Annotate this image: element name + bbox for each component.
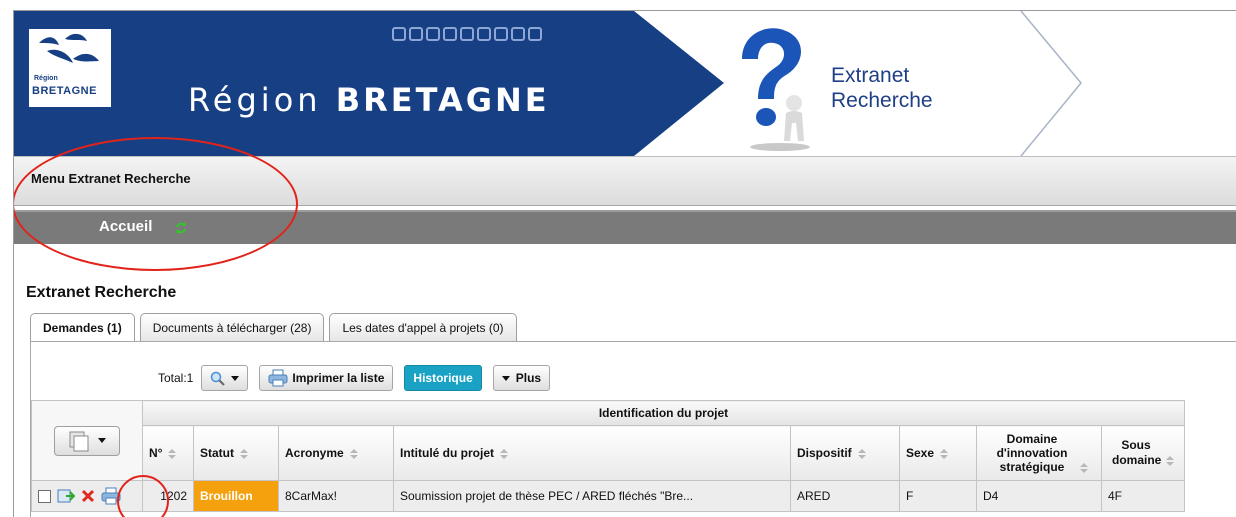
sort-icon[interactable] <box>857 448 866 459</box>
group-header-identification: Identification du projet <box>142 400 1185 426</box>
extranet-title-line2: Recherche <box>831 89 933 112</box>
region-name: BRETAGNE <box>335 81 550 119</box>
logo-region-name: BRETAGNE <box>32 85 97 97</box>
column-header-acronyme[interactable]: Acronyme <box>278 425 394 481</box>
logo-region-small: Région <box>34 75 58 82</box>
search-dropdown-button[interactable] <box>201 365 249 391</box>
sort-icon[interactable] <box>349 448 358 459</box>
column-header-sexe[interactable]: Sexe <box>899 425 977 481</box>
column-header-sous-domaine[interactable]: Sous domaine <box>1101 425 1185 481</box>
print-list-label: Imprimer la liste <box>292 371 385 385</box>
header-banner: Région BRETAGNE Région BRETAGNE Extranet… <box>14 11 1236 156</box>
column-label-dispositif: Dispositif <box>797 446 852 460</box>
tab-documents[interactable]: Documents à télécharger (28) <box>139 313 325 341</box>
column-label-statut: Statut <box>200 446 234 460</box>
delete-icon[interactable] <box>81 489 95 503</box>
question-mark-figure-icon <box>742 28 810 151</box>
sort-icon[interactable] <box>500 448 508 459</box>
ermine-icon <box>39 33 99 63</box>
history-button[interactable]: Historique <box>404 365 482 391</box>
sort-icon[interactable] <box>240 448 248 459</box>
tab-bar: Demandes (1) Documents à télécharger (28… <box>30 313 522 343</box>
column-label-numero: N° <box>149 446 163 460</box>
column-label-intitule: Intitulé du projet <box>400 446 494 460</box>
copy-pages-icon <box>69 431 89 451</box>
column-header-numero[interactable]: N° <box>142 425 194 481</box>
column-header-dispositif[interactable]: Dispositif <box>790 425 900 481</box>
column-header-domaine[interactable]: Domaine d'innovation stratégique <box>976 425 1102 481</box>
open-document-icon[interactable] <box>57 488 75 504</box>
chevron-down-icon <box>231 375 240 381</box>
demandes-table: Identification du projet N° Statut Acron… <box>31 400 1185 512</box>
select-column-header <box>31 400 143 481</box>
page-title: Extranet Recherche <box>26 284 177 301</box>
extranet-title-line1: Extranet <box>831 64 910 87</box>
cell-domaine: D4 <box>976 480 1102 512</box>
tab-panel-demandes: Total:1 Imprimer la liste Historique Plu… <box>30 341 1236 517</box>
column-header-statut[interactable]: Statut <box>193 425 279 481</box>
column-label-sous-domaine: Sous domaine <box>1112 438 1162 467</box>
highlight-ellipse-menu <box>14 137 298 271</box>
cell-dispositif: ARED <box>790 480 900 512</box>
cell-acronyme: 8CarMax! <box>278 480 394 512</box>
chevron-down-icon <box>501 375 510 381</box>
breadcrumb-chevron <box>1020 11 1082 156</box>
grid-toolbar: Total:1 Imprimer la liste Historique Plu… <box>158 365 561 391</box>
extranet-title: Extranet Recherche <box>831 63 933 113</box>
sort-icon[interactable] <box>940 448 949 459</box>
cell-intitule: Soumission projet de thèse PEC / ARED fl… <box>393 480 791 512</box>
selection-dropdown-button[interactable] <box>54 425 120 456</box>
column-header-intitule[interactable]: Intitulé du projet <box>393 425 791 481</box>
region-wordmark: Région BRETAGNE <box>188 81 550 119</box>
total-count: Total:1 <box>158 371 194 385</box>
tab-demandes[interactable]: Demandes (1) <box>30 313 135 343</box>
region-logo[interactable]: Région BRETAGNE <box>29 29 111 107</box>
region-prefix: Région <box>188 81 322 119</box>
more-label: Plus <box>515 371 542 385</box>
status-badge: Brouillon <box>193 480 279 512</box>
cell-sous-domaine: 4F <box>1101 480 1185 512</box>
sort-icon[interactable] <box>1080 462 1088 473</box>
sort-icon[interactable] <box>168 448 177 459</box>
print-list-button[interactable]: Imprimer la liste <box>259 365 394 391</box>
table-row[interactable]: 1202 Brouillon 8CarMax! Soumission proje… <box>31 480 1185 512</box>
more-dropdown-button[interactable]: Plus <box>492 365 551 391</box>
column-label-domaine: Domaine d'innovation stratégique <box>996 432 1068 474</box>
search-icon <box>211 371 226 386</box>
sort-icon[interactable] <box>1166 455 1174 466</box>
column-label-sexe: Sexe <box>906 446 935 460</box>
printer-icon <box>268 369 288 387</box>
column-label-acronyme: Acronyme <box>285 446 344 460</box>
tab-dates-appel[interactable]: Les dates d'appel à projets (0) <box>329 313 517 341</box>
app-frame: Région BRETAGNE Région BRETAGNE Extranet… <box>13 10 1236 517</box>
row-checkbox[interactable] <box>38 489 51 503</box>
cell-sexe: F <box>899 480 977 512</box>
banner-decoration <box>392 27 542 41</box>
chevron-down-icon <box>98 438 106 443</box>
